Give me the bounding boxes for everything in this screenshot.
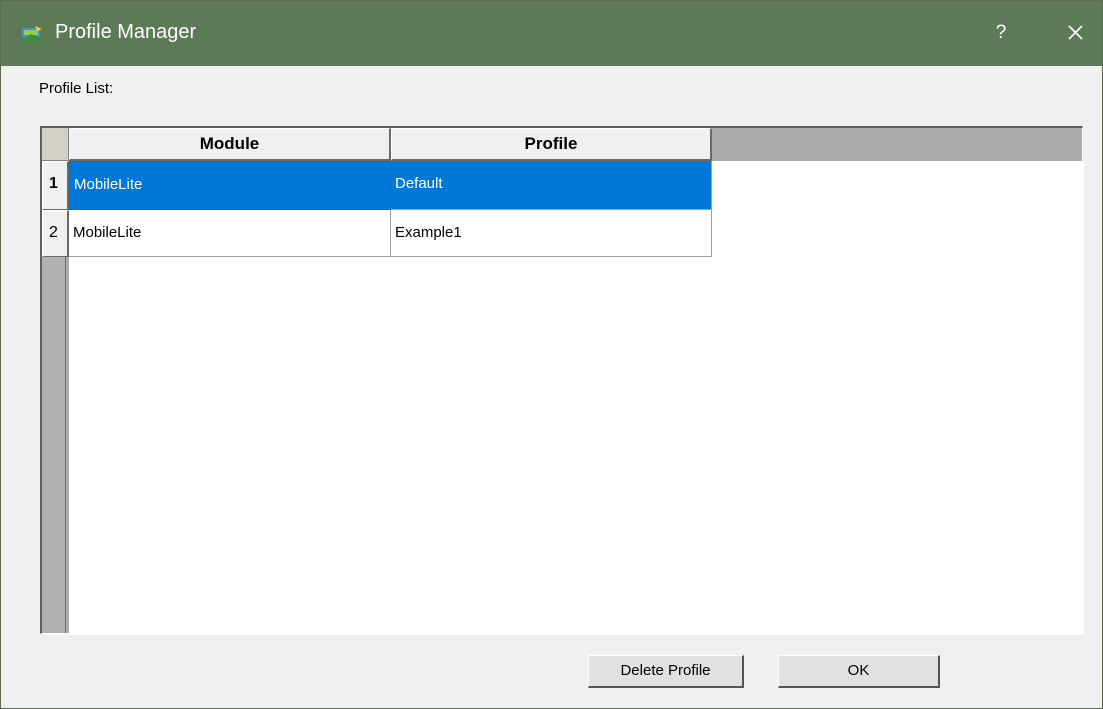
row-header-2[interactable]: 2: [42, 210, 69, 257]
column-header-module[interactable]: Module: [69, 128, 391, 161]
window-title: Profile Manager: [55, 21, 197, 43]
cell-module-row-1[interactable]: MobileLite: [69, 161, 391, 210]
column-header-profile[interactable]: Profile: [391, 128, 712, 161]
profile-grid[interactable]: Module Profile 1 MobileLite Default 2 Mo…: [40, 126, 1084, 635]
delete-profile-button[interactable]: Delete Profile: [588, 655, 744, 688]
cell-profile-row-1[interactable]: Default: [391, 161, 712, 210]
ok-button[interactable]: OK: [778, 655, 940, 688]
grid-left-strip: [42, 257, 66, 633]
cell-profile-row-2[interactable]: Example1: [391, 210, 712, 257]
grid-corner-header[interactable]: [42, 128, 69, 161]
profile-list-label: Profile List:: [39, 80, 114, 97]
cell-module-row-2[interactable]: MobileLite: [69, 210, 391, 257]
title-bar[interactable]: Profile Manager ?: [1, 1, 1102, 66]
close-icon[interactable]: [1059, 19, 1091, 47]
help-button[interactable]: ?: [986, 19, 1016, 47]
profile-manager-dialog: Profile Manager ? Profile List: Module P…: [0, 0, 1103, 709]
profile-manager-app-icon: [21, 25, 43, 42]
row-header-1[interactable]: 1: [42, 161, 69, 210]
